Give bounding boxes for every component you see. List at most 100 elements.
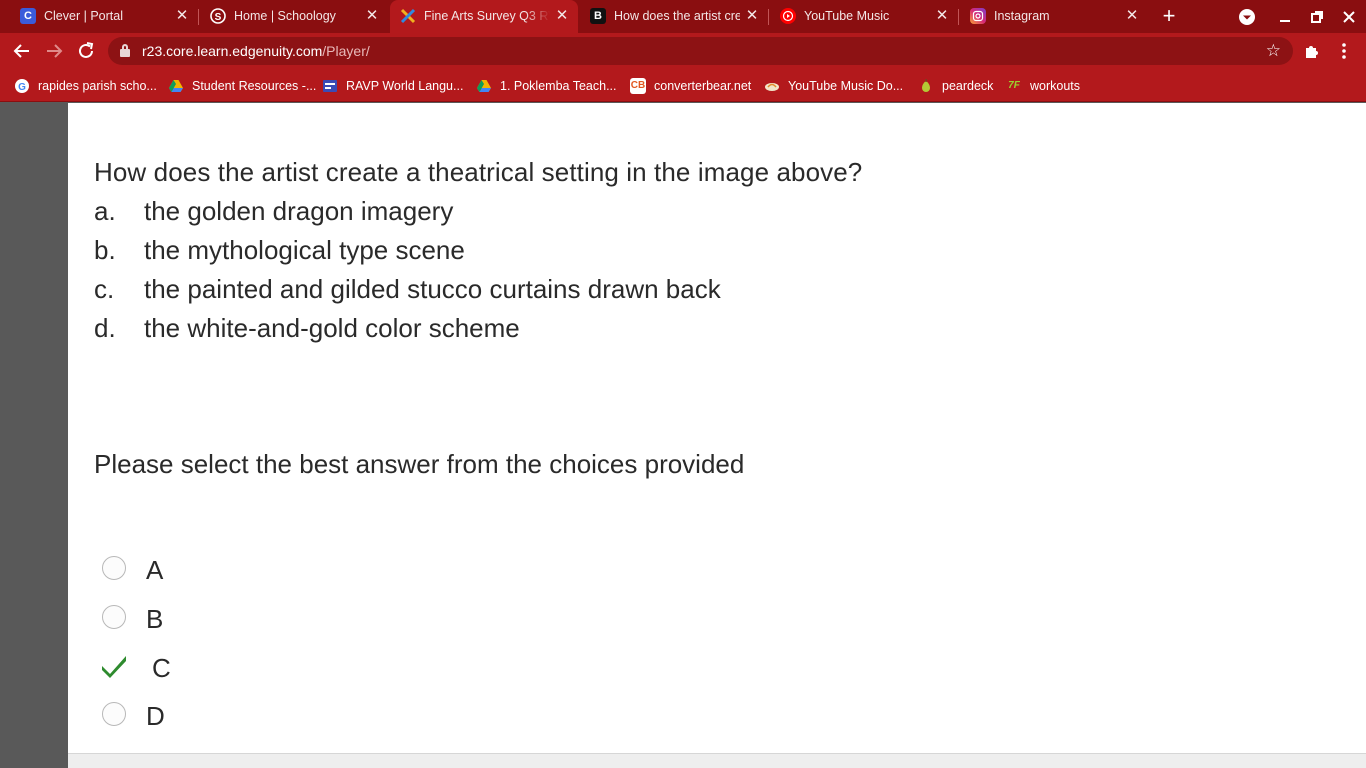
google-drive-icon: [476, 78, 492, 94]
lock-icon[interactable]: [120, 44, 130, 57]
url-text[interactable]: r23.core.learn.edgenuity.com/Player/: [142, 43, 370, 59]
bookmark-converterbear[interactable]: CB converterbear.net: [630, 77, 751, 94]
tab-separator: [768, 9, 769, 25]
restore-icon[interactable]: [1306, 6, 1328, 28]
brainly-icon: B: [590, 8, 606, 24]
choice-text: the golden dragon imagery: [144, 196, 454, 226]
svg-text:G: G: [18, 82, 26, 93]
answer-choice-b: b. the mythological type scene: [94, 235, 465, 266]
bookmark-label: converterbear.net: [654, 78, 752, 93]
question-text: How does the artist create a theatrical …: [94, 157, 863, 187]
schoology-icon: S: [210, 8, 226, 24]
answer-choice-d: d. the white-and-gold color scheme: [94, 313, 520, 344]
close-icon[interactable]: ✕: [744, 8, 760, 24]
clever-icon: C: [20, 8, 36, 24]
bookmark-poklemba-teach[interactable]: 1. Poklemba Teach...: [476, 77, 617, 94]
option-label[interactable]: D: [146, 701, 165, 732]
question-panel: How does the artist create a theatrical …: [68, 103, 1366, 753]
tab-title: Fine Arts Survey Q3 RVI: [424, 9, 550, 23]
reload-icon[interactable]: [74, 39, 98, 63]
choice-text: the white-and-gold color scheme: [144, 313, 520, 343]
url-host: r23.core.learn.edgenuity.com: [142, 43, 323, 59]
answer-choice-c: c. the painted and gilded stucco curtains…: [94, 274, 721, 305]
bookmark-star-icon[interactable]: ☆: [1266, 41, 1281, 61]
choice-letter: d.: [94, 313, 116, 343]
option-label[interactable]: A: [146, 555, 163, 586]
close-icon[interactable]: ✕: [174, 8, 190, 24]
tab-separator: [958, 9, 959, 25]
close-icon[interactable]: ✕: [554, 8, 570, 24]
url-path: /Player/: [322, 43, 370, 59]
answer-choice-a: a. the golden dragon imagery: [94, 196, 453, 227]
bookmark-label: workouts: [1030, 78, 1081, 93]
radio-button[interactable]: [102, 556, 126, 580]
back-arrow-icon[interactable]: [10, 39, 34, 63]
peardeck-icon: [918, 78, 934, 94]
bookmark-rapides-parish[interactable]: G rapides parish scho...: [14, 77, 157, 94]
close-icon[interactable]: ✕: [1124, 8, 1140, 24]
choice-letter: a.: [94, 196, 116, 226]
google-drive-icon: [168, 78, 184, 94]
bookmark-youtube-music-downloader[interactable]: YouTube Music Do...: [764, 77, 903, 94]
bookmark-workouts[interactable]: 7F workouts: [1006, 77, 1080, 94]
svg-text:S: S: [215, 12, 222, 23]
site-icon: [322, 78, 338, 94]
bookmark-label: Student Resources -...: [192, 78, 317, 93]
new-tab-button[interactable]: +: [1158, 5, 1180, 28]
bookmark-label: rapides parish scho...: [38, 78, 157, 93]
option-b[interactable]: B: [100, 603, 220, 635]
bookmark-ravp-world-languages[interactable]: RAVP World Langu...: [322, 77, 463, 94]
player-footer: [68, 753, 1366, 768]
google-icon: G: [14, 78, 30, 94]
minimize-icon[interactable]: [1274, 6, 1296, 28]
bookmark-student-resources[interactable]: Student Resources -...: [168, 77, 316, 94]
bookmark-label: 1. Poklemba Teach...: [500, 78, 617, 93]
radio-button[interactable]: [102, 605, 126, 629]
converterbear-icon: CB: [630, 77, 646, 94]
tab-instagram[interactable]: Instagram ✕: [960, 0, 1148, 33]
workouts-icon: 7F: [1008, 80, 1020, 91]
browser-toolbar: r23.core.learn.edgenuity.com/Player/ ☆: [0, 33, 1366, 69]
bookmark-peardeck[interactable]: peardeck: [918, 77, 993, 94]
download-icon: [764, 78, 780, 94]
choice-text: the mythological type scene: [144, 235, 465, 265]
close-window-icon[interactable]: [1338, 6, 1360, 28]
more-menu-icon[interactable]: [1332, 39, 1356, 63]
bookmark-label: YouTube Music Do...: [788, 78, 904, 93]
option-c[interactable]: C: [100, 652, 220, 684]
radio-button[interactable]: [102, 702, 126, 726]
choice-letter: c.: [94, 274, 115, 304]
tab-title: Clever | Portal: [44, 9, 123, 23]
address-bar[interactable]: r23.core.learn.edgenuity.com/Player/ ☆: [108, 37, 1293, 65]
bookmarks-bar: G rapides parish scho... Student Resourc…: [0, 69, 1366, 102]
tab-youtube-music[interactable]: YouTube Music ✕: [770, 0, 958, 33]
checkmark-icon[interactable]: [100, 652, 128, 680]
option-label[interactable]: B: [146, 604, 163, 635]
bookmark-label: peardeck: [942, 78, 994, 93]
close-icon[interactable]: ✕: [364, 8, 380, 24]
bookmark-label: RAVP World Langu...: [346, 78, 464, 93]
tab-title: YouTube Music: [804, 9, 890, 23]
extensions-puzzle-icon[interactable]: [1300, 39, 1324, 63]
tab-clever[interactable]: C Clever | Portal ✕: [10, 0, 198, 33]
tab-schoology[interactable]: S Home | Schoology ✕: [200, 0, 388, 33]
tab-separator: [198, 9, 199, 25]
choice-text: the painted and gilded stucco curtains d…: [144, 274, 721, 304]
tab-strip: C Clever | Portal ✕ S Home | Schoology ✕…: [0, 0, 1366, 33]
instagram-icon: [970, 8, 986, 24]
tab-edgenuity[interactable]: Fine Arts Survey Q3 RVI ✕: [390, 0, 578, 33]
option-label[interactable]: C: [152, 653, 171, 684]
tab-brainly[interactable]: B How does the artist create ✕: [580, 0, 768, 33]
close-icon[interactable]: ✕: [934, 8, 950, 24]
edgenuity-icon: [400, 8, 416, 24]
forward-arrow-icon[interactable]: [42, 39, 66, 63]
option-a[interactable]: A: [100, 554, 220, 586]
choice-letter: b.: [94, 235, 116, 265]
instruction-text: Please select the best answer from the c…: [94, 449, 745, 479]
player-side-rail: [0, 103, 68, 768]
tab-search-icon[interactable]: [1236, 6, 1258, 28]
option-d[interactable]: D: [100, 700, 220, 732]
youtube-music-icon: [780, 8, 796, 24]
tab-title: How does the artist create: [614, 9, 740, 23]
tab-title: Home | Schoology: [234, 9, 336, 23]
